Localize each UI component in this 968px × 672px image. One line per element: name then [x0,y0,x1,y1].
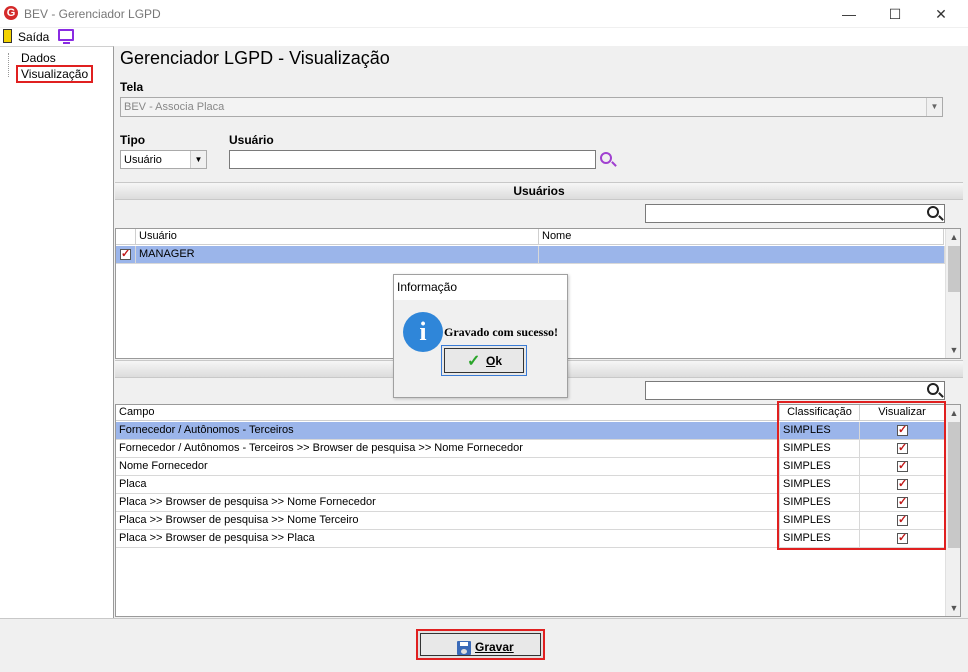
page-title: Gerenciador LGPD - Visualização [120,48,390,68]
tipo-select[interactable]: Usuário ▼ [120,150,207,169]
row-check-cell[interactable] [116,246,136,263]
users-section-header: Usuários [115,182,963,200]
dialog-message: Gravado com sucesso! [444,325,558,339]
usuario-input[interactable] [229,150,596,169]
search-icon[interactable] [600,152,612,164]
cell-campo: Nome Fornecedor [116,458,780,475]
scroll-thumb[interactable] [948,246,960,292]
fields-col-campo[interactable]: Campo [116,405,780,421]
info-dialog: Informação i Gravado com sucesso! ✓ Ok [393,274,568,398]
scroll-up-icon[interactable]: ▲ [946,405,960,421]
scroll-down-icon[interactable]: ▼ [946,600,960,616]
fields-search-input[interactable] [645,381,945,400]
cell-campo: Placa >> Browser de pesquisa >> Nome For… [116,494,780,511]
fields-scrollbar[interactable]: ▲ ▼ [945,405,960,616]
menu-bar [0,28,968,46]
usuario-label: Usuário [229,133,274,147]
tipo-label: Tipo [120,133,146,147]
save-button[interactable]: Gravar [416,629,545,660]
cell-usuario: MANAGER [136,246,539,263]
cell-campo: Fornecedor / Autônomos - Terceiros >> Br… [116,440,780,457]
search-icon[interactable] [927,383,939,395]
scroll-thumb[interactable] [948,422,960,548]
users-col-usuario[interactable]: Usuário [136,229,539,245]
save-button-label: Gravar [475,640,514,654]
ok-button-label: Ok [486,354,503,368]
users-scrollbar[interactable]: ▲ ▼ [945,229,960,358]
minimize-button[interactable]: — [826,0,872,28]
ok-button-inner[interactable]: ✓ Ok [444,348,524,373]
cell-campo: Placa >> Browser de pesquisa >> Nome Ter… [116,512,780,529]
tree-item-visualizacao[interactable]: Visualização [16,65,94,83]
users-search-input[interactable] [645,204,945,223]
search-icon[interactable] [927,206,939,218]
scroll-down-icon[interactable]: ▼ [946,342,960,358]
users-col-nome[interactable]: Nome [539,229,944,245]
highlight-frame [777,401,946,550]
sidebar-tree: Dados Visualização [0,46,114,618]
table-row[interactable]: MANAGER [116,246,945,264]
exit-door-icon[interactable] [3,29,12,43]
cell-campo: Placa [116,476,780,493]
ok-button[interactable]: ✓ Ok [441,345,527,376]
dialog-title: Informação [394,275,567,300]
chevron-down-icon[interactable]: ▼ [190,151,206,168]
menu-exit[interactable]: Saída [18,30,49,44]
row-checkbox[interactable] [120,247,131,261]
users-grid-check-header [116,229,136,245]
maximize-button[interactable]: ☐ [872,0,918,28]
checkmark-icon: ✓ [467,353,481,370]
app-logo: G [4,6,18,20]
chevron-down-icon: ▼ [926,98,942,116]
cell-campo: Placa >> Browser de pesquisa >> Placa [116,530,780,547]
tree-item-dados[interactable]: Dados [18,51,59,65]
floppy-disk-icon [457,641,471,655]
info-icon: i [403,312,443,352]
cell-campo: Fornecedor / Autônomos - Terceiros [116,422,780,439]
tela-label: Tela [120,80,144,94]
save-button-inner[interactable]: Gravar [420,633,541,656]
close-button[interactable]: ✕ [918,0,964,28]
tipo-value: Usuário [124,154,162,166]
monitor-icon[interactable] [58,29,74,44]
window-title: BEV - Gerenciador LGPD [24,7,161,21]
cell-nome [539,246,945,263]
tela-value: BEV - Associa Placa [124,101,225,113]
tree-line [8,53,9,77]
tela-select: BEV - Associa Placa ▼ [120,97,943,117]
scroll-up-icon[interactable]: ▲ [946,229,960,245]
